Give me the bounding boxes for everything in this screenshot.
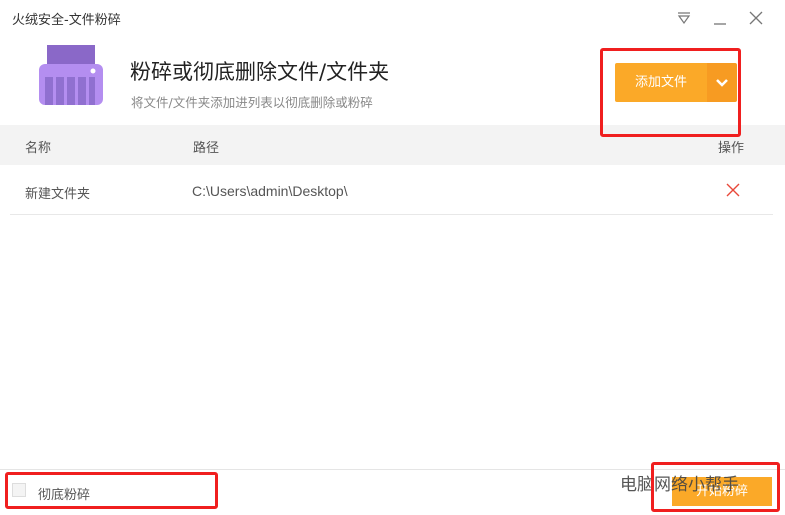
shredder-icon [39, 45, 103, 105]
column-action: 操作 [718, 141, 745, 156]
row-path: C:\Users\admin\Desktop\ [192, 183, 348, 199]
column-name: 名称 [25, 141, 52, 156]
row-divider [10, 214, 773, 215]
row-name: 新建文件夹 [25, 187, 91, 202]
annotation-box [651, 462, 780, 512]
delete-icon[interactable] [726, 183, 740, 197]
column-path: 路径 [193, 141, 220, 156]
annotation-box [600, 48, 741, 137]
menu-icon[interactable] [674, 10, 694, 30]
window-title: 火绒安全-文件粉碎 [12, 13, 121, 28]
minimize-icon[interactable] [710, 10, 730, 30]
annotation-box [5, 472, 218, 509]
page-subtitle: 将文件/文件夹添加进列表以彻底删除或粉碎 [131, 95, 373, 110]
page-heading: 粉碎或彻底删除文件/文件夹 [130, 60, 390, 84]
close-icon[interactable] [746, 10, 766, 30]
